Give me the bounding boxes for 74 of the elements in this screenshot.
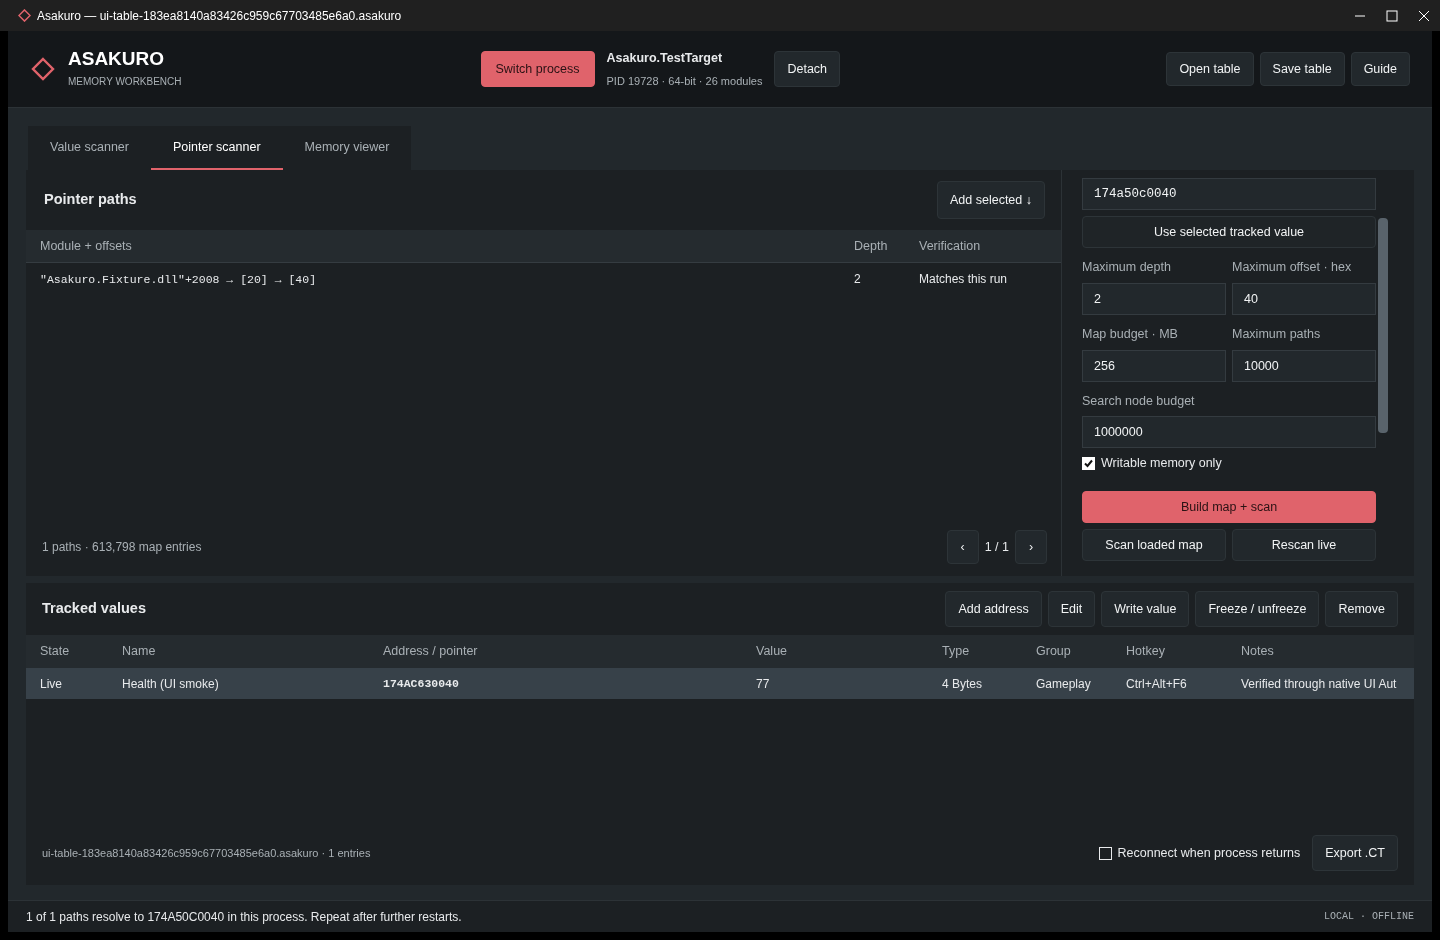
input-field[interactable]: 1000000 <box>1082 416 1376 449</box>
page-indicator: 1 / 1 <box>984 538 1009 556</box>
column-header: Group <box>1036 644 1071 659</box>
use-tracked-value-button[interactable]: Use selected tracked value <box>1082 216 1376 248</box>
close-icon[interactable] <box>1418 9 1430 22</box>
column-header: Value <box>756 644 788 659</box>
build-scan-button[interactable]: Build map + scan <box>1082 491 1376 523</box>
address-field[interactable]: 174a50c0040 <box>1082 178 1376 210</box>
table-file-summary: ui-table-183ea8140a83426c959c67703485e6a0.asakuro · 1 entries <box>42 845 371 861</box>
table-cell: "Asakuro.Fixture.dll"+2008 → [20] → [40] <box>40 272 317 286</box>
maximize-icon[interactable] <box>1386 9 1398 22</box>
scrollbar[interactable] <box>1378 218 1388 433</box>
checkbox-label: Writable memory only <box>1101 455 1222 473</box>
toolbar-button[interactable]: Freeze / unfreeze <box>1195 591 1320 627</box>
table-cell: Gameplay <box>1036 676 1091 691</box>
switch-process-button[interactable]: Switch process <box>480 51 595 87</box>
process-name: Asakuro.TestTarget <box>606 49 724 67</box>
table-cell: 4 Bytes <box>942 676 983 691</box>
connection-status: LOCAL · OFFLINE <box>1324 910 1414 924</box>
checkbox[interactable] <box>1098 846 1112 860</box>
table-cell: Matches this run <box>919 272 1008 286</box>
previous-page-button[interactable]: ‹ <box>946 530 979 564</box>
input-field[interactable]: 2 <box>1082 282 1226 315</box>
table-cell: Verified through native UI Aut <box>1241 676 1397 691</box>
toolbar-button[interactable]: Add address <box>945 591 1042 627</box>
field-label: Search node budget <box>1082 392 1196 410</box>
tab[interactable]: Memory viewer <box>282 126 412 170</box>
scan-button[interactable]: Rescan live <box>1232 529 1376 561</box>
toolbar-button[interactable]: Edit <box>1047 591 1096 627</box>
logo-icon <box>30 56 56 82</box>
table-row[interactable]: Live Health (UI smoke) 174AC630040 77 4 Bytes Gameplay Ctrl+Alt+F6 Verified through native UI Aut <box>26 668 1414 699</box>
table-cell: 2 <box>854 272 861 286</box>
paths-summary: 1 paths · 613,798 map entries <box>42 539 202 556</box>
column-header: Depth <box>853 237 889 255</box>
window-title: Asakuro — ui-table-183ea8140a83426c959c67703485e6a0.asakuro <box>37 7 402 25</box>
next-page-button[interactable]: › <box>1015 530 1047 564</box>
panel-title: Tracked values <box>42 599 146 619</box>
table-cell: 174AC630040 <box>383 677 459 691</box>
status-message: 1 of 1 paths resolve to 174A50C0040 in this process. Repeat after further restarts. <box>26 908 462 926</box>
tab[interactable]: Value scanner <box>28 126 151 170</box>
app-subtitle: MEMORY WORKBENCH <box>68 75 182 89</box>
app-name: ASAKURO <box>68 49 166 68</box>
column-header: State <box>40 644 70 659</box>
column-header: Notes <box>1241 644 1274 659</box>
column-header: Module + offsets <box>39 237 133 255</box>
add-selected-button[interactable]: Add selected ↓ <box>937 181 1045 219</box>
table-cell: Health (UI smoke) <box>122 676 219 691</box>
toolbar-button[interactable]: Save table <box>1259 52 1345 86</box>
field-label: Maximum paths <box>1232 325 1322 343</box>
export-button[interactable]: Export .CT <box>1312 835 1398 871</box>
toolbar-button[interactable]: Remove <box>1325 591 1398 627</box>
toolbar-button[interactable]: Open table <box>1166 52 1254 86</box>
scan-button[interactable]: Scan loaded map <box>1082 529 1226 561</box>
detach-button[interactable]: Detach <box>774 51 841 87</box>
column-header: Hotkey <box>1126 644 1165 659</box>
panel-title: Pointer paths <box>44 190 137 210</box>
column-header: Verification <box>918 237 982 255</box>
column-header: Address / pointer <box>383 644 478 659</box>
input-field[interactable]: 40 <box>1232 282 1376 315</box>
table-cell: Ctrl+Alt+F6 <box>1126 676 1187 691</box>
field-label: Maximum offset · hex <box>1232 259 1353 276</box>
logo-icon <box>18 9 31 22</box>
toolbar-button[interactable]: Guide <box>1350 52 1410 86</box>
field-label: Map budget · MB <box>1082 325 1179 343</box>
column-header: Name <box>122 644 156 659</box>
column-header: Type <box>942 644 970 659</box>
input-field[interactable]: 10000 <box>1232 349 1376 382</box>
process-details: PID 19728 · 64-bit · 26 modules <box>606 73 763 89</box>
table-cell: 77 <box>756 676 770 691</box>
toolbar-button[interactable]: Write value <box>1101 591 1190 627</box>
checkbox-label: Reconnect when process returns <box>1117 844 1301 862</box>
table-cell: Live <box>40 676 62 691</box>
input-field[interactable]: 256 <box>1082 349 1226 382</box>
field-label: Maximum depth <box>1082 259 1172 276</box>
